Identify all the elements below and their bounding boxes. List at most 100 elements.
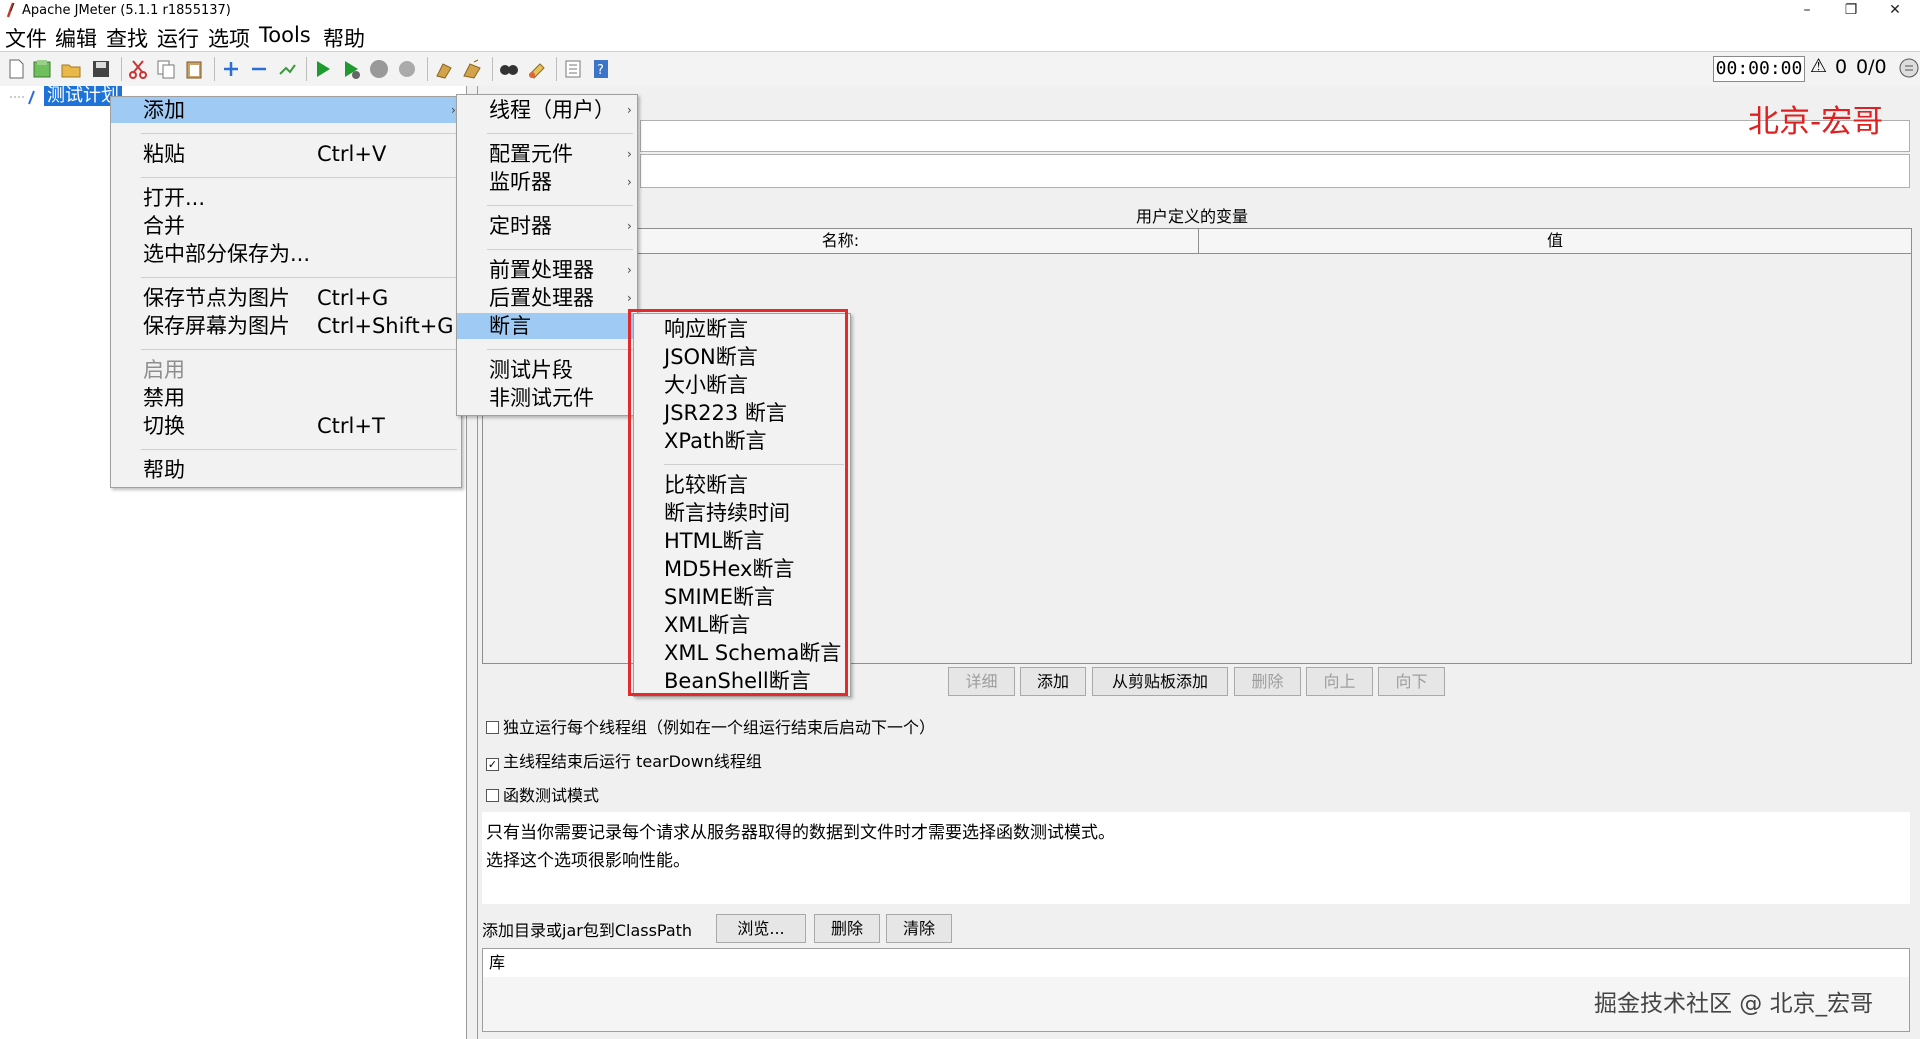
- menu-item-disable-label: 禁用: [143, 386, 185, 410]
- menu-item-toggle[interactable]: 切换 Ctrl+T: [111, 413, 461, 439]
- functional-mode-checkbox[interactable]: 函数测试模式: [486, 782, 599, 806]
- menu-tools[interactable]: Tools: [259, 23, 311, 47]
- add-button[interactable]: 添加: [1020, 667, 1086, 696]
- menu-item-help[interactable]: 帮助: [111, 457, 461, 483]
- menu-item-save-screen-image[interactable]: 保存屏幕为图片 Ctrl+Shift+G: [111, 313, 461, 339]
- expand-icon[interactable]: [220, 58, 242, 80]
- checkbox-box[interactable]: [486, 789, 499, 802]
- submenu-item-pre-processor[interactable]: 前置处理器 ›: [457, 257, 637, 283]
- submenu-item-timer-label: 定时器: [489, 214, 552, 238]
- menu-item-disable[interactable]: 禁用: [111, 385, 461, 411]
- menu-file[interactable]: 文件: [5, 23, 47, 53]
- close-button[interactable]: ✕: [1873, 0, 1917, 22]
- checkbox-box[interactable]: [486, 721, 499, 734]
- save-screen-image-shortcut: Ctrl+Shift+G: [317, 314, 454, 338]
- browse-button[interactable]: 浏览...: [716, 914, 806, 943]
- teardown-label: 主线程结束后运行 tearDown线程组: [503, 752, 762, 771]
- window-title: Apache JMeter (5.1.1 r1855137): [22, 3, 231, 18]
- menu-item-paste[interactable]: 粘贴 Ctrl+V: [111, 141, 461, 167]
- add-from-clipboard-button[interactable]: 从剪贴板添加: [1092, 667, 1228, 696]
- classpath-clear-button[interactable]: 清除: [886, 914, 952, 943]
- menu-search[interactable]: 查找: [106, 23, 148, 53]
- clear-icon[interactable]: [433, 58, 455, 80]
- help-icon[interactable]: ?: [590, 58, 612, 80]
- delete-button[interactable]: 删除: [1234, 667, 1301, 696]
- menu-item-enable-label: 启用: [143, 358, 185, 382]
- submenu-item-post-processor[interactable]: 后置处理器 ›: [457, 285, 637, 311]
- submenu-item-non-test-label: 非测试元件: [489, 386, 594, 410]
- down-button[interactable]: 向下: [1378, 667, 1445, 696]
- menu-options[interactable]: 选项: [208, 23, 250, 53]
- user-variables-title: 用户定义的变量: [1136, 207, 1249, 226]
- thread-count: 0/0: [1856, 56, 1887, 78]
- up-button[interactable]: 向上: [1306, 667, 1373, 696]
- shutdown-icon[interactable]: [396, 58, 418, 80]
- classpath-label: 添加目录或jar包到ClassPath: [482, 921, 693, 940]
- function-helper-icon[interactable]: [562, 58, 584, 80]
- save-icon[interactable]: [90, 58, 112, 80]
- start-icon[interactable]: [312, 58, 334, 80]
- functional-mode-note: 只有当你需要记录每个请求从服务器取得的数据到文件时才需要选择函数测试模式。 选择…: [482, 812, 1910, 904]
- menu-item-merge-label: 合并: [143, 214, 185, 238]
- copy-icon[interactable]: [155, 58, 177, 80]
- toggle-icon[interactable]: [276, 58, 298, 80]
- paste-icon[interactable]: [183, 58, 205, 80]
- collapse-icon[interactable]: [248, 58, 270, 80]
- menu-item-save-selection-label: 选中部分保存为...: [143, 242, 311, 266]
- menu-help[interactable]: 帮助: [323, 23, 365, 53]
- menu-item-paste-label: 粘贴: [143, 142, 185, 166]
- menu-item-save-selection[interactable]: 选中部分保存为...: [111, 241, 461, 267]
- warning-icon[interactable]: ⚠: [1810, 55, 1827, 77]
- elapsed-timer: 00:00:00: [1713, 56, 1805, 82]
- menu-edit[interactable]: 编辑: [55, 23, 97, 53]
- new-icon[interactable]: [5, 58, 27, 80]
- submenu-item-timer[interactable]: 定时器 ›: [457, 213, 637, 239]
- annotation-highlight-box: [628, 309, 848, 696]
- log-viewer-icon[interactable]: [1898, 57, 1920, 79]
- detail-button[interactable]: 详细: [948, 667, 1015, 696]
- toggle-shortcut: Ctrl+T: [317, 414, 385, 438]
- submenu-item-listener[interactable]: 监听器 ›: [457, 169, 637, 195]
- checkbox-box-checked[interactable]: ✓: [486, 758, 499, 771]
- menu-run[interactable]: 运行: [157, 23, 199, 53]
- run-serially-checkbox[interactable]: 独立运行每个线程组（例如在一个组运行结束后启动下一个）: [486, 714, 935, 738]
- submenu-item-assertions-label: 断言: [489, 314, 531, 338]
- comments-field[interactable]: [640, 154, 1910, 188]
- submenu-item-assertions[interactable]: 断言 ›: [457, 313, 637, 339]
- start-no-pause-icon[interactable]: [340, 58, 362, 80]
- library-header-label: 库: [489, 953, 506, 972]
- column-value-header[interactable]: 值: [1199, 229, 1911, 253]
- cut-icon[interactable]: [127, 58, 149, 80]
- menu-item-merge[interactable]: 合并: [111, 213, 461, 239]
- submenu-item-threads[interactable]: 线程（用户） ›: [457, 97, 637, 123]
- functional-mode-label: 函数测试模式: [503, 786, 600, 805]
- menu-item-save-node-image[interactable]: 保存节点为图片 Ctrl+G: [111, 285, 461, 311]
- teardown-checkbox[interactable]: ✓ 主线程结束后运行 tearDown线程组: [486, 748, 762, 772]
- menu-item-open-label: 打开...: [143, 186, 206, 210]
- search-icon[interactable]: [498, 58, 520, 80]
- submenu-item-config-label: 配置元件: [489, 142, 573, 166]
- classpath-delete-button[interactable]: 删除: [814, 914, 880, 943]
- name-field[interactable]: [640, 120, 1910, 152]
- menu-item-enable[interactable]: 启用: [111, 357, 461, 383]
- stop-icon[interactable]: [368, 58, 390, 80]
- chevron-right-icon: ›: [627, 263, 632, 277]
- jmeter-logo-icon: [6, 2, 15, 18]
- note-line-2: 选择这个选项很影响性能。: [486, 851, 690, 871]
- open-icon[interactable]: [60, 58, 82, 80]
- chevron-right-icon: ›: [627, 147, 632, 161]
- paste-shortcut: Ctrl+V: [317, 142, 387, 166]
- submenu-item-config[interactable]: 配置元件 ›: [457, 141, 637, 167]
- clear-all-icon[interactable]: [461, 58, 483, 80]
- minimize-button[interactable]: –: [1785, 0, 1829, 22]
- submenu-item-test-fragment[interactable]: 测试片段 ›: [457, 357, 637, 383]
- restore-button[interactable]: ❐: [1829, 0, 1873, 22]
- reset-search-icon[interactable]: [526, 58, 548, 80]
- menu-item-add[interactable]: 添加 ›: [111, 97, 461, 123]
- menu-item-open[interactable]: 打开...: [111, 185, 461, 211]
- svg-text:?: ?: [597, 63, 604, 78]
- chevron-right-icon: ›: [627, 291, 632, 305]
- library-header: 库: [483, 949, 1909, 977]
- submenu-item-non-test[interactable]: 非测试元件 ›: [457, 385, 637, 411]
- templates-icon[interactable]: [31, 58, 53, 80]
